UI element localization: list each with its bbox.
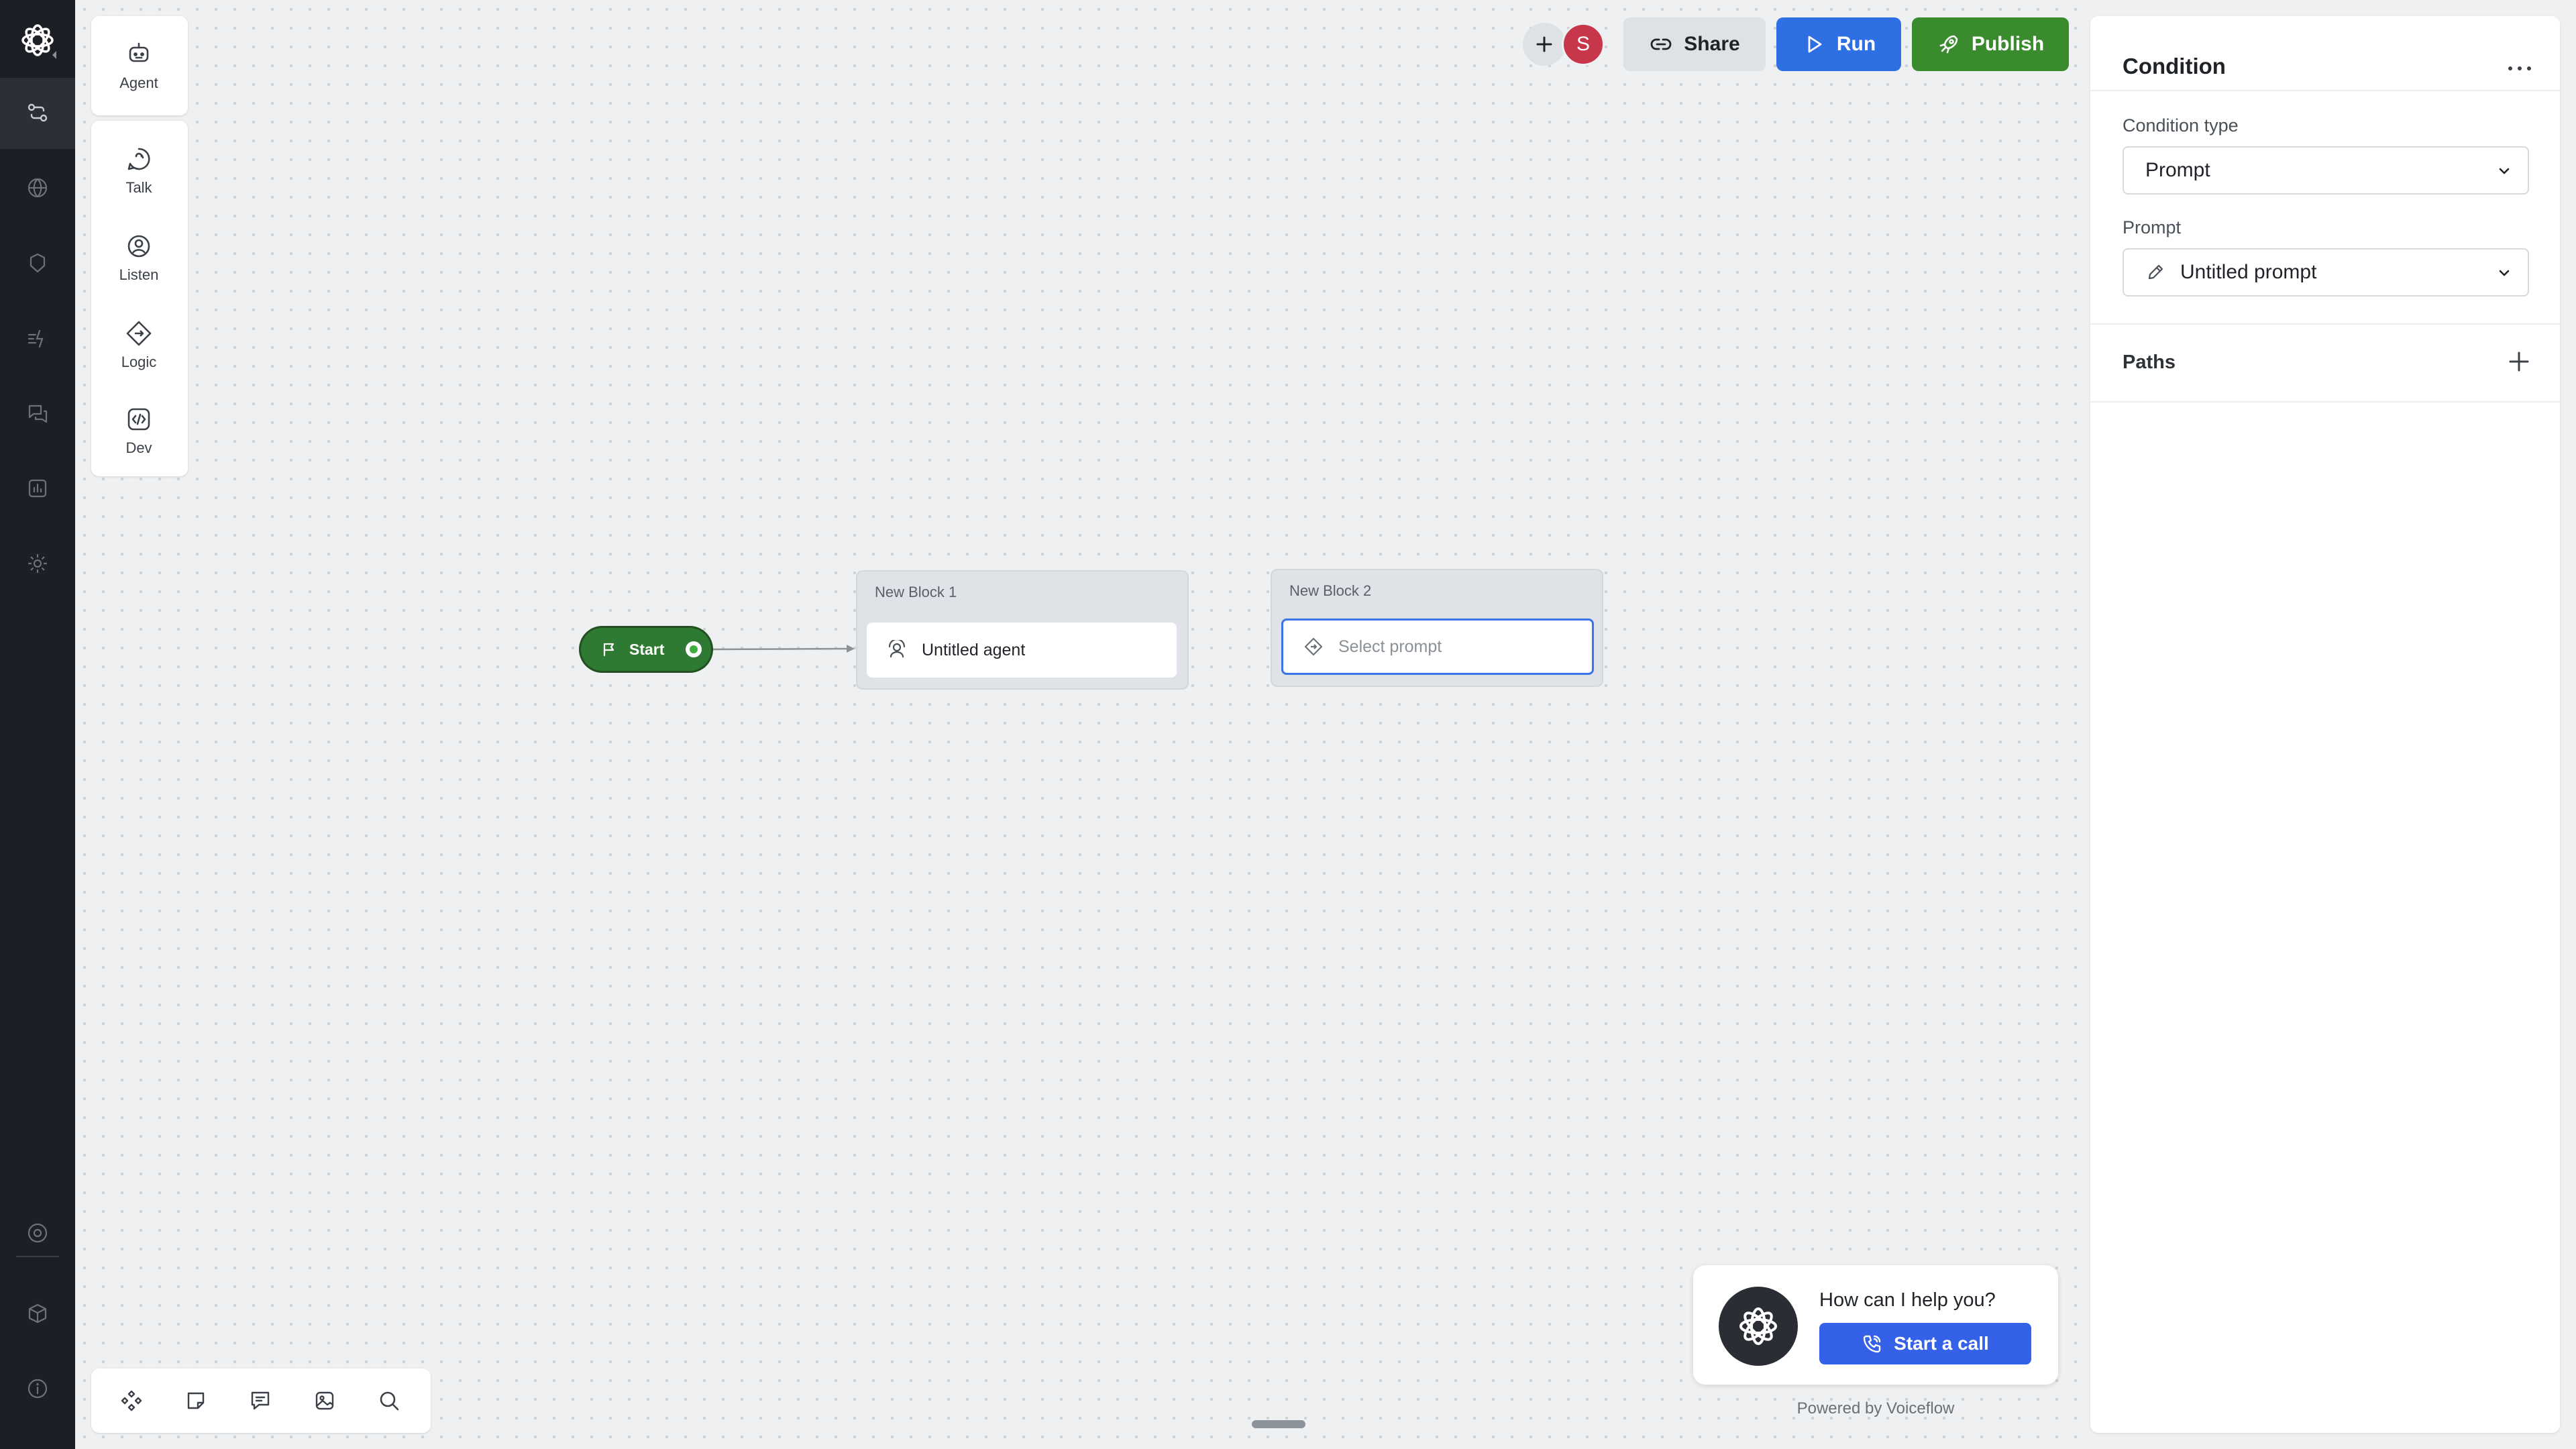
start-node[interactable]: Start	[581, 628, 711, 671]
start-label: Start	[629, 640, 665, 658]
paths-label: Paths	[2123, 352, 2176, 373]
condition-type-value: Prompt	[2145, 159, 2210, 181]
flag-icon	[603, 643, 614, 657]
sticky-note-icon[interactable]	[178, 1383, 213, 1418]
chevron-down-icon	[2499, 270, 2510, 276]
components-icon[interactable]	[114, 1383, 149, 1418]
block1-title[interactable]: New Block 1	[875, 584, 957, 601]
voiceflow-agent-logo-icon	[1719, 1287, 1798, 1366]
select-prompt-step[interactable]: Select prompt	[1281, 619, 1594, 675]
image-icon[interactable]	[307, 1383, 342, 1418]
add-path-button[interactable]	[2504, 346, 2534, 377]
more-options-icon[interactable]	[2501, 50, 2538, 87]
block2-title[interactable]: New Block 2	[1289, 582, 1371, 600]
comment-icon[interactable]	[243, 1383, 278, 1418]
untitled-agent-step[interactable]: Untitled agent	[867, 623, 1177, 678]
chat-widget: How can I help you? Start a call	[1693, 1265, 2058, 1385]
untitled-agent-label: Untitled agent	[922, 640, 1026, 659]
select-prompt-placeholder: Select prompt	[1338, 637, 1442, 656]
panel-section-divider	[2090, 323, 2560, 325]
panel-header-divider	[2090, 90, 2560, 91]
phone-icon	[1863, 1335, 1881, 1353]
chevron-down-icon	[2499, 168, 2510, 174]
start-output-port[interactable]	[686, 641, 702, 657]
prompt-select[interactable]: Untitled prompt	[2123, 248, 2529, 297]
search-icon[interactable]	[372, 1383, 407, 1418]
canvas-drawer-handle[interactable]	[1252, 1420, 1305, 1428]
condition-type-select[interactable]: Prompt	[2123, 146, 2529, 195]
pencil-icon	[2148, 264, 2163, 280]
start-call-button[interactable]: Start a call	[1819, 1323, 2031, 1364]
canvas-toolbar	[91, 1368, 431, 1433]
block-new-block-2[interactable]: New Block 2 Select prompt	[1271, 569, 1603, 687]
start-call-label: Start a call	[1894, 1333, 1989, 1354]
prompt-label: Prompt	[2123, 217, 2182, 237]
condition-editor-panel: Condition Condition type Prompt Prompt U…	[2090, 16, 2560, 1433]
powered-by-text[interactable]: Powered by Voiceflow	[1693, 1399, 2058, 1418]
prompt-value: Untitled prompt	[2180, 261, 2317, 283]
agent-step-icon	[888, 640, 906, 658]
chat-question: How can I help you?	[1819, 1289, 1996, 1311]
condition-type-label: Condition type	[2123, 115, 2239, 136]
condition-step-icon	[1304, 637, 1323, 656]
block-new-block-1[interactable]: New Block 1 Untitled agent	[856, 570, 1189, 690]
plus-icon	[2509, 352, 2529, 372]
paths-divider	[2090, 401, 2560, 402]
panel-title: Condition	[2123, 54, 2226, 78]
